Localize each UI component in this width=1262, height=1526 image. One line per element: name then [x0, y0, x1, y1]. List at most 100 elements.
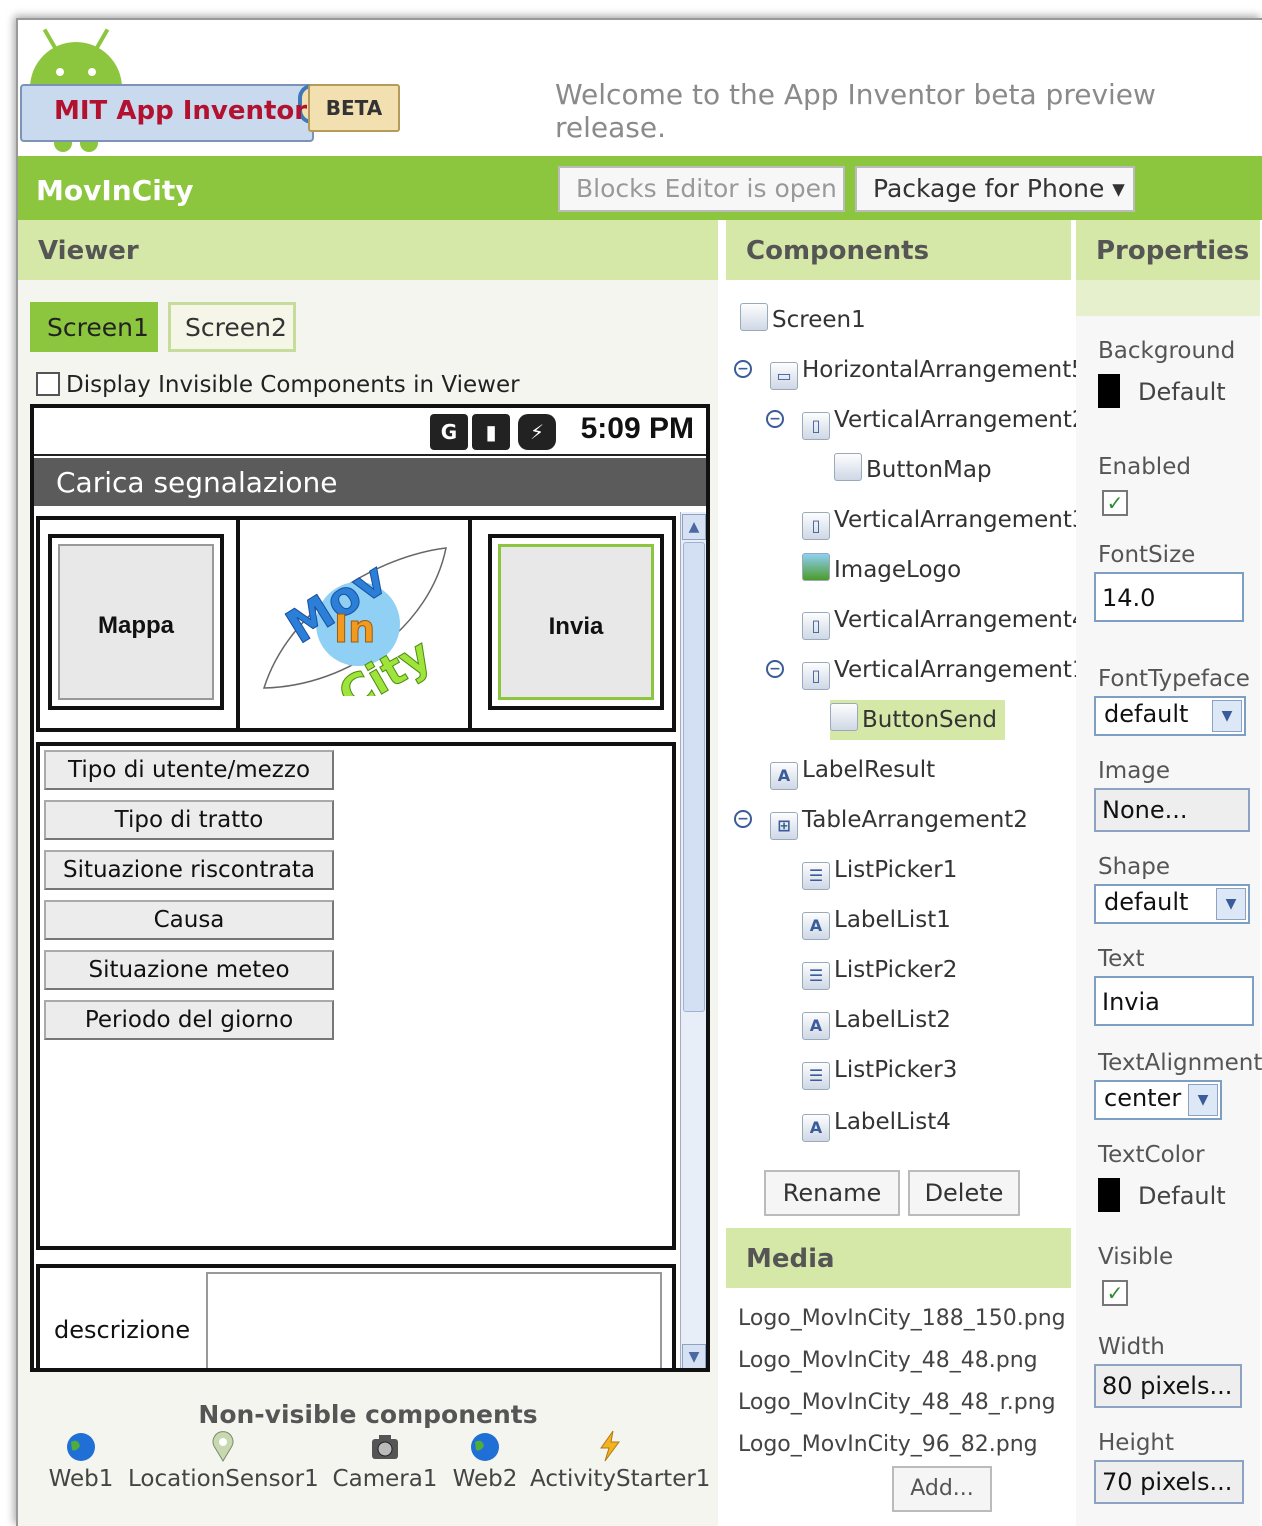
android-icon	[30, 42, 122, 88]
tree-item-verticalarrangement1[interactable]: ▯ VerticalArrangement1	[802, 650, 1087, 690]
text-input[interactable]: Invia	[1094, 976, 1254, 1026]
vertical-arrangement-left[interactable]: Mappa	[40, 520, 240, 728]
tree-item-tablearrangement2[interactable]: ⊞ TableArrangement2	[770, 800, 1028, 840]
tree-item-buttonsend[interactable]: ButtonSend	[830, 700, 1005, 740]
tree-item-screen1[interactable]: Screen1	[740, 300, 866, 340]
media-file[interactable]: Logo_MovInCity_96_82.png	[738, 1432, 1038, 1457]
display-invisible-toggle[interactable]: Display Invisible Components in Viewer	[36, 372, 520, 398]
display-invisible-label: Display Invisible Components in Viewer	[66, 372, 520, 398]
tree-item-labelresult[interactable]: A LabelResult	[770, 750, 935, 790]
delete-button[interactable]: Delete	[908, 1170, 1020, 1216]
tree-item-label: VerticalArrangement2	[834, 407, 1087, 433]
collapse-icon[interactable]: −	[766, 660, 784, 678]
tree-item-buttonmap[interactable]: ButtonMap	[834, 450, 992, 490]
listpicker-tipo-utente[interactable]: Tipo di utente/mezzo	[44, 750, 334, 790]
media-file[interactable]: Logo_MovInCity_48_48_r.png	[738, 1390, 1056, 1415]
horizontal-arrangement-icon: ▭	[770, 362, 798, 390]
shape-select[interactable]: default ▼	[1094, 884, 1250, 924]
listpicker-situazione-meteo[interactable]: Situazione meteo	[44, 950, 334, 990]
textcolor-label: TextColor	[1098, 1142, 1205, 1168]
tab-screen2[interactable]: Screen2	[168, 302, 296, 352]
nonvisible-web2[interactable]: Web2	[448, 1430, 522, 1492]
visible-checkbox[interactable]: ✓	[1102, 1280, 1128, 1306]
tree-item-listpicker3[interactable]: ☰ ListPicker3	[802, 1050, 957, 1090]
media-file[interactable]: Logo_MovInCity_48_48.png	[738, 1348, 1038, 1373]
tree-item-label: ImageLogo	[834, 557, 962, 583]
listpicker-situazione-riscontrata[interactable]: Situazione riscontrata	[44, 850, 334, 890]
mappa-button[interactable]: Mappa	[58, 544, 214, 700]
vertical-arrangement-logo[interactable]: Mov In City	[240, 520, 472, 728]
globe-icon	[67, 1433, 95, 1461]
phone-screen-title: Carica segnalazione	[34, 458, 706, 506]
tree-item-label: ButtonSend	[862, 707, 997, 733]
nonvisible-camera1[interactable]: Camera1	[330, 1430, 440, 1492]
tree-item-listpicker1[interactable]: ☰ ListPicker1	[802, 850, 957, 890]
app-inventor-logo: BETA MIT App Inventor	[18, 20, 418, 155]
scroll-down-icon[interactable]: ▼	[682, 1344, 706, 1368]
tree-item-labellist1[interactable]: A LabelList1	[802, 900, 951, 940]
textcolor-swatch[interactable]	[1098, 1178, 1120, 1212]
listpicker-icon: ☰	[802, 862, 830, 890]
tree-item-label: VerticalArrangement1	[834, 657, 1087, 683]
vertical-arrangement-right[interactable]: Invia	[476, 520, 676, 728]
tree-item-label: LabelList4	[834, 1109, 951, 1135]
chevron-down-icon[interactable]: ▼	[1188, 1084, 1218, 1116]
tab-screen1[interactable]: Screen1	[30, 302, 158, 352]
rename-button[interactable]: Rename	[764, 1170, 900, 1216]
battery-icon: ⚡	[518, 414, 556, 450]
chevron-down-icon[interactable]: ▼	[1216, 888, 1246, 920]
phone-scrollbar[interactable]: ▲ ▼	[680, 512, 706, 1368]
fonttypeface-select[interactable]: default ▼	[1094, 696, 1246, 736]
scroll-thumb[interactable]	[683, 542, 705, 1012]
nonvisible-activitystarter1[interactable]: ActivityStarter1	[530, 1430, 710, 1492]
tree-item-verticalarrangement3[interactable]: ▯ VerticalArrangement3	[802, 500, 1087, 540]
background-color-swatch[interactable]	[1098, 374, 1120, 408]
width-button[interactable]: 80 pixels...	[1094, 1364, 1242, 1408]
scroll-up-icon[interactable]: ▲	[682, 514, 706, 540]
tree-item-label: ButtonMap	[866, 457, 992, 483]
nonvisible-web1[interactable]: Web1	[46, 1430, 116, 1492]
horizontal-arrangement[interactable]: Mappa Mov In City Invia	[36, 516, 676, 732]
image-picker-button[interactable]: None...	[1094, 788, 1250, 832]
blocks-editor-button[interactable]: Blocks Editor is open	[558, 166, 845, 212]
tree-item-horizontalarrangement5[interactable]: ▭ HorizontalArrangement5	[770, 350, 1086, 390]
collapse-icon[interactable]: −	[734, 810, 752, 828]
display-invisible-checkbox[interactable]	[36, 372, 60, 396]
tree-item-verticalarrangement4[interactable]: ▯ VerticalArrangement4	[802, 600, 1087, 640]
media-file[interactable]: Logo_MovInCity_188_150.png	[738, 1306, 1066, 1331]
package-for-phone-button[interactable]: Package for Phone ▾	[855, 166, 1135, 212]
height-button[interactable]: 70 pixels...	[1094, 1460, 1244, 1504]
enabled-checkbox[interactable]: ✓	[1102, 490, 1128, 516]
tree-item-listpicker2[interactable]: ☰ ListPicker2	[802, 950, 957, 990]
nonvisible-web2-label: Web2	[452, 1466, 518, 1492]
textcolor-value[interactable]: Default	[1138, 1182, 1226, 1210]
tree-item-verticalarrangement2[interactable]: ▯ VerticalArrangement2	[802, 400, 1087, 440]
table-arrangement[interactable]: Tipo di utente/mezzo Tipo di tratto Situ…	[36, 742, 676, 1250]
logo-word-in: In	[334, 607, 375, 651]
movincity-logo-image[interactable]: Mov In City	[260, 546, 450, 696]
location-pin-icon	[212, 1431, 234, 1462]
image-label: Image	[1098, 758, 1171, 784]
listpicker-causa[interactable]: Causa	[44, 900, 334, 940]
listpicker-periodo-giorno[interactable]: Periodo del giorno	[44, 1000, 334, 1040]
add-media-button[interactable]: Add...	[892, 1466, 992, 1512]
tree-item-labellist4[interactable]: A LabelList4	[802, 1102, 951, 1142]
tree-item-label: ListPicker2	[834, 957, 958, 983]
components-header: Components	[726, 220, 1071, 280]
collapse-icon[interactable]: −	[734, 360, 752, 378]
chevron-down-icon[interactable]: ▼	[1212, 700, 1242, 732]
description-textbox[interactable]	[206, 1272, 662, 1368]
invia-button[interactable]: Invia	[498, 544, 654, 700]
tree-item-labellist2[interactable]: A LabelList2	[802, 1000, 951, 1040]
listpicker-tipo-tratto[interactable]: Tipo di tratto	[44, 800, 334, 840]
signal-icon: ▮	[472, 414, 510, 450]
tree-item-label: LabelResult	[802, 757, 936, 783]
textalignment-select[interactable]: center ▼	[1094, 1080, 1222, 1120]
collapse-icon[interactable]: −	[766, 410, 784, 428]
background-value[interactable]: Default	[1138, 378, 1226, 406]
nonvisible-locationsensor1[interactable]: LocationSensor1	[128, 1430, 319, 1492]
tree-item-imagelogo[interactable]: ImageLogo	[802, 550, 961, 590]
fontsize-input[interactable]: 14.0	[1094, 572, 1244, 622]
button-icon	[830, 703, 858, 731]
nonvisible-activitystarter1-label: ActivityStarter1	[530, 1466, 711, 1492]
